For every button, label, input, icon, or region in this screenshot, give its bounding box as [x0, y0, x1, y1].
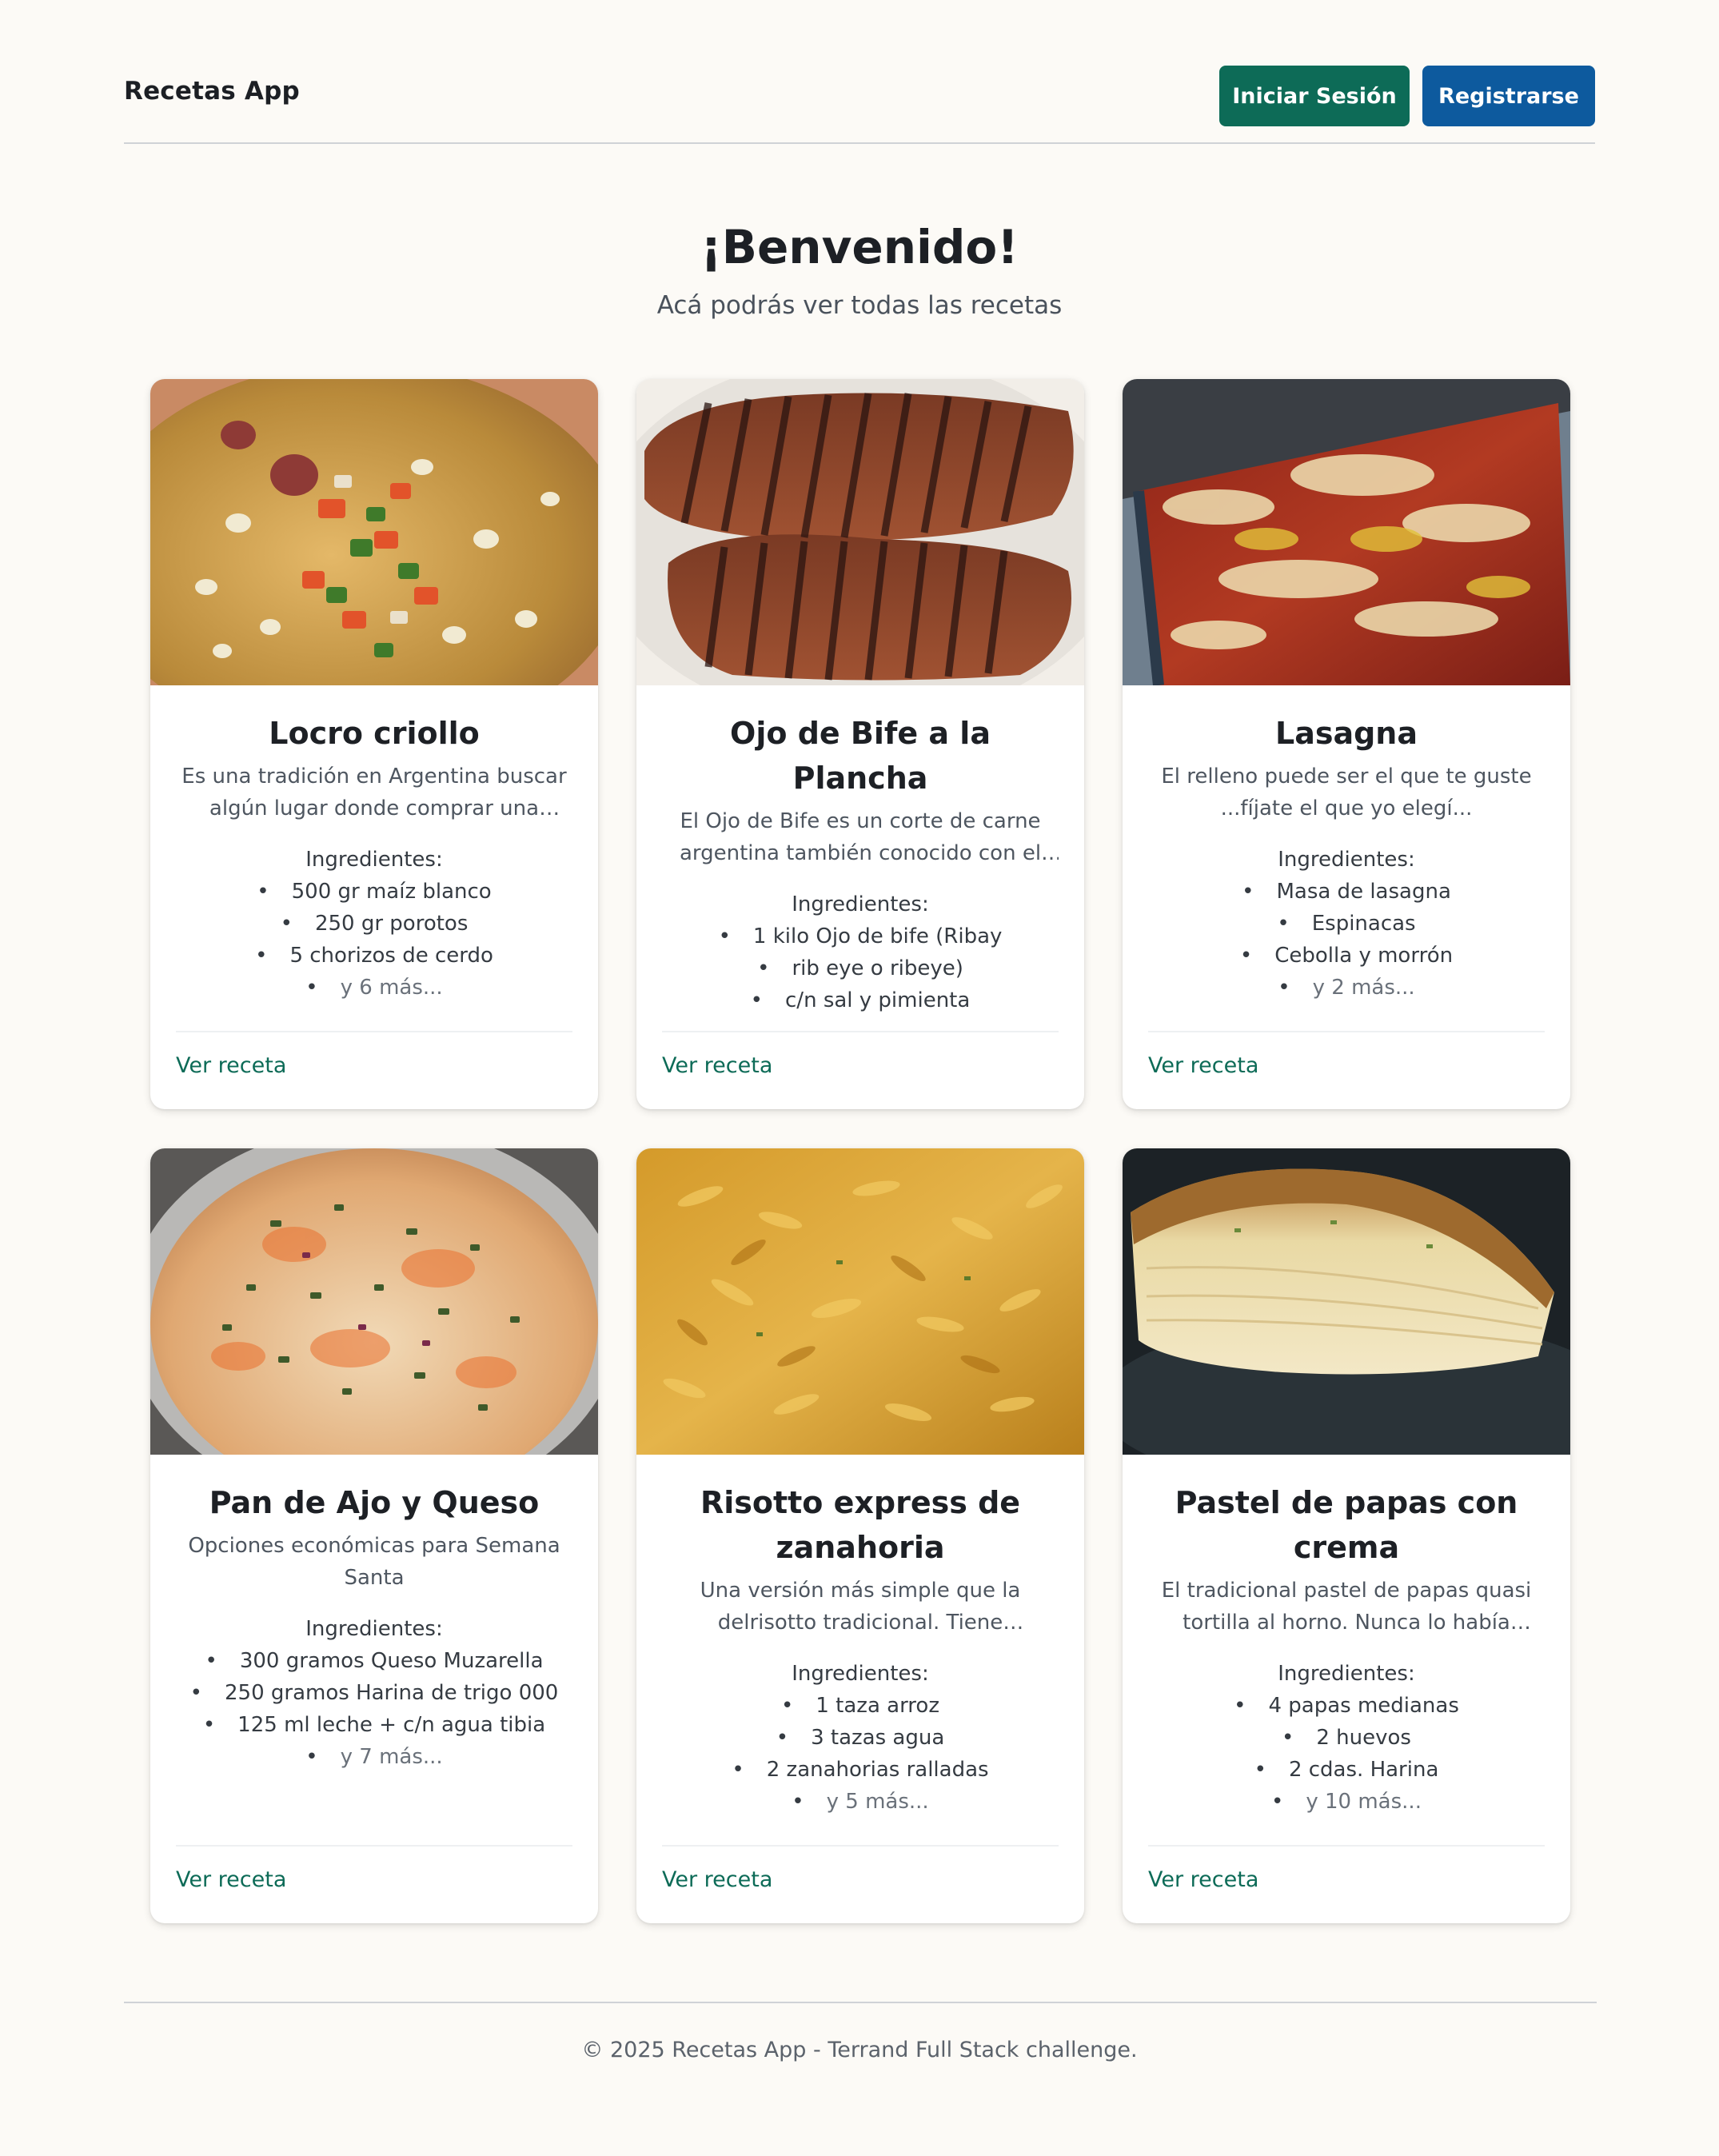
ingredients-label: Ingredientes: — [792, 892, 929, 916]
view-recipe-link[interactable]: Ver receta — [1148, 1867, 1258, 1892]
card-footer: Ver receta — [176, 1031, 572, 1109]
recipe-title: Pastel de papas con crema — [1175, 1485, 1518, 1565]
ingredient-item: 300 gramos Queso Muzarella — [176, 1645, 572, 1677]
recipe-title: Lasagna — [1274, 716, 1418, 751]
ingredients-list: 4 papas medianas 2 huevos 2 cdas. Harina… — [1148, 1690, 1545, 1818]
brand-logo[interactable]: Recetas App — [124, 77, 300, 106]
recipe-description: El tradicional pastel de papas quasi tor… — [1161, 1579, 1532, 1635]
recipe-card: Ojo de Bife a la Plancha El Ojo de Bife … — [636, 379, 1084, 1109]
ingredients-more: y 6 más... — [176, 972, 572, 1004]
recipe-image — [150, 1148, 598, 1455]
card-footer: Ver receta — [662, 1031, 1059, 1109]
card-footer: Ver receta — [662, 1845, 1059, 1923]
view-recipe-link[interactable]: Ver receta — [662, 1867, 772, 1892]
ingredient-item: 500 gr maíz blanco — [176, 876, 572, 908]
recipe-card: Risotto express de zanahoria Una versión… — [636, 1148, 1084, 1923]
recipe-title: Risotto express de zanahoria — [700, 1485, 1021, 1565]
ingredients-more: y 5 más... — [662, 1786, 1059, 1818]
recipe-image — [636, 379, 1084, 685]
ingredient-item: Masa de lasagna — [1148, 876, 1545, 908]
recipe-image — [1123, 379, 1570, 685]
ingredients-list: 1 kilo Ojo de bife (Ribay rib eye o ribe… — [662, 920, 1059, 1016]
ingredients-list: 1 taza arroz 3 tazas agua 2 zanahorias r… — [662, 1690, 1059, 1818]
page-title: ¡Benvenido! — [700, 220, 1019, 274]
ingredients-label: Ingredientes: — [1278, 1662, 1415, 1686]
recipe-description: El relleno puede ser el que te guste ...… — [1161, 765, 1532, 820]
recipe-card: Locro criollo Es una tradición en Argent… — [150, 379, 598, 1109]
view-recipe-link[interactable]: Ver receta — [176, 1053, 286, 1078]
ingredient-item: 250 gr porotos — [176, 908, 572, 940]
recipe-description: Es una tradición en Argentina buscar alg… — [181, 765, 567, 820]
ingredient-item: Espinacas — [1148, 908, 1545, 940]
view-recipe-link[interactable]: Ver receta — [176, 1867, 286, 1892]
ingredients-more: y 2 más... — [1148, 972, 1545, 1004]
recipe-description: El Ojo de Bife es un corte de carne arge… — [679, 809, 1042, 865]
page-subtitle: Acá podrás ver todas las recetas — [656, 291, 1063, 320]
recipe-title: Locro criollo — [269, 716, 480, 751]
register-button[interactable]: Registrarse — [1422, 66, 1595, 126]
view-recipe-link[interactable]: Ver receta — [662, 1053, 772, 1078]
recipe-card: Pastel de papas con crema El tradicional… — [1123, 1148, 1570, 1923]
footer-divider — [124, 2002, 1597, 2003]
ingredients-label: Ingredientes: — [1278, 848, 1415, 872]
recipe-title: Pan de Ajo y Queso — [209, 1485, 540, 1520]
recipe-card: Pan de Ajo y Queso Opciones económicas p… — [150, 1148, 598, 1923]
recipe-description: Una versión más simple que la delrisotto… — [700, 1579, 1021, 1635]
recipe-image — [636, 1148, 1084, 1455]
recipe-description: Opciones económicas para Semana Santa — [188, 1534, 560, 1590]
ingredients-more: y 7 más... — [176, 1741, 572, 1773]
view-recipe-link[interactable]: Ver receta — [1148, 1053, 1258, 1078]
ingredient-item: 2 cdas. Harina — [1148, 1754, 1545, 1786]
ingredient-item: 3 tazas agua — [662, 1722, 1059, 1754]
ingredient-item: 2 zanahorias ralladas — [662, 1754, 1059, 1786]
ingredient-item: 1 taza arroz — [662, 1690, 1059, 1722]
ingredients-list: 500 gr maíz blanco 250 gr porotos 5 chor… — [176, 876, 572, 1004]
recipe-image — [1123, 1148, 1570, 1455]
ingredient-item: c/n sal y pimienta — [662, 984, 1059, 1016]
ingredient-item: 125 ml leche + c/n agua tibia — [176, 1709, 572, 1741]
ingredients-label: Ingredientes: — [305, 848, 443, 872]
ingredients-more: y 10 más... — [1148, 1786, 1545, 1818]
recipe-card: Lasagna El relleno puede ser el que te g… — [1123, 379, 1570, 1109]
ingredient-item: 2 huevos — [1148, 1722, 1545, 1754]
recipe-image — [150, 379, 598, 685]
ingredient-item: Cebolla y morrón — [1148, 940, 1545, 972]
site-header: Recetas App Iniciar Sesión Registrarse — [124, 62, 1595, 144]
ingredients-list: 300 gramos Queso Muzarella 250 gramos Ha… — [176, 1645, 572, 1773]
ingredient-item: 1 kilo Ojo de bife (Ribay — [662, 920, 1059, 952]
ingredients-label: Ingredientes: — [792, 1662, 929, 1686]
card-footer: Ver receta — [176, 1845, 572, 1923]
ingredient-item: 250 gramos Harina de trigo 000 — [176, 1677, 572, 1709]
ingredient-item: 4 papas medianas — [1148, 1690, 1545, 1722]
login-button[interactable]: Iniciar Sesión — [1219, 66, 1410, 126]
ingredient-item: rib eye o ribeye) — [662, 952, 1059, 984]
card-footer: Ver receta — [1148, 1845, 1545, 1923]
ingredient-item: 5 chorizos de cerdo — [176, 940, 572, 972]
ingredients-label: Ingredientes: — [305, 1617, 443, 1641]
ingredients-list: Masa de lasagna Espinacas Cebolla y morr… — [1148, 876, 1545, 1004]
card-footer: Ver receta — [1148, 1031, 1545, 1109]
footer-copyright: © 2025 Recetas App - Terrand Full Stack … — [581, 2038, 1138, 2062]
recipe-title: Ojo de Bife a la Plancha — [730, 716, 991, 796]
